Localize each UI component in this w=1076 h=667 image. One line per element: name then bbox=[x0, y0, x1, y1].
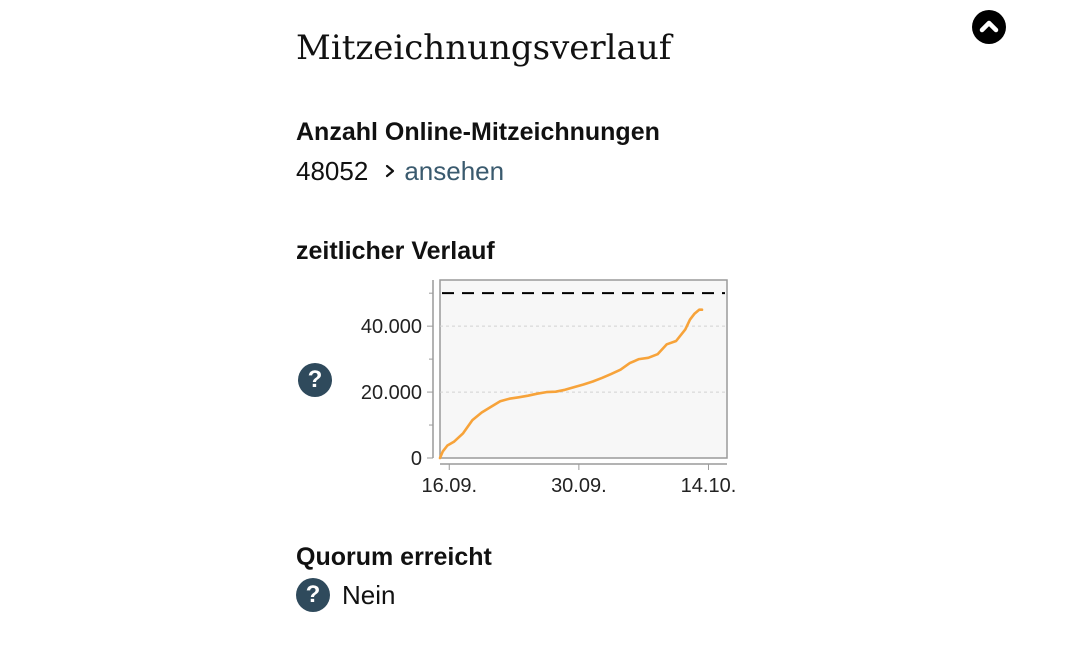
chevron-right-icon bbox=[386, 164, 395, 178]
x-tick-label: 16.09. bbox=[421, 475, 477, 497]
timeline-heading: zeitlicher Verlauf bbox=[296, 237, 495, 265]
y-tick-label: 40.000 bbox=[361, 316, 422, 338]
view-signatures-label: ansehen bbox=[404, 156, 505, 186]
x-tick-label: 30.09. bbox=[551, 475, 607, 497]
timeline-help-icon[interactable]: ? bbox=[298, 363, 332, 397]
timeline-chart: 0 20.000 40.000 16.09. 30.09. 14.10. bbox=[330, 270, 740, 510]
quorum-heading: Quorum erreicht bbox=[296, 543, 492, 571]
page-title: Mitzeichnungsverlauf bbox=[296, 28, 672, 68]
y-tick-label: 0 bbox=[411, 448, 422, 470]
timeline-chart-svg: 0 20.000 40.000 16.09. 30.09. 14.10. bbox=[361, 279, 737, 497]
online-signatures-heading: Anzahl Online-Mitzeichnungen bbox=[296, 118, 660, 146]
view-signatures-link[interactable]: ansehen bbox=[382, 155, 504, 187]
online-signatures-row: 48052 ansehen bbox=[296, 155, 504, 187]
y-tick-label: 20.000 bbox=[361, 382, 422, 404]
quorum-status: Nein bbox=[342, 580, 396, 610]
signature-count: 48052 bbox=[296, 156, 369, 186]
plot-area bbox=[439, 279, 728, 459]
petition-timeline-panel: Mitzeichnungsverlauf Anzahl Online-Mitze… bbox=[0, 0, 1076, 667]
chevron-up-circle-icon bbox=[979, 20, 999, 33]
quorum-row: ? Nein bbox=[296, 578, 395, 612]
quorum-help-icon[interactable]: ? bbox=[296, 578, 330, 612]
x-tick-label: 14.10. bbox=[681, 475, 737, 497]
scroll-to-top-button[interactable] bbox=[972, 10, 1006, 44]
